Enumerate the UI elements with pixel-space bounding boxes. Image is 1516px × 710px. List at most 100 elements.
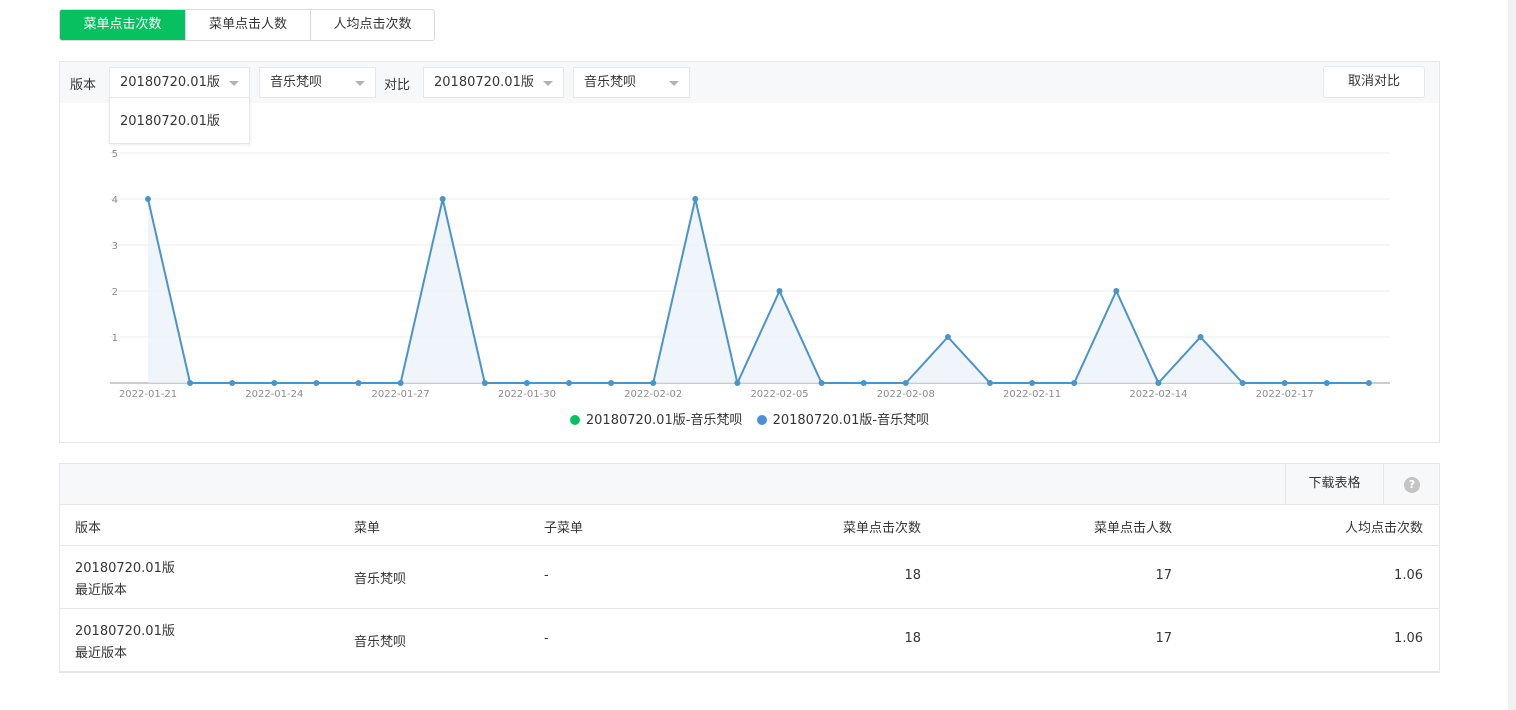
version-dropdown: 20180720.01版	[109, 97, 250, 144]
y-tick-label: 1	[112, 333, 118, 344]
help-cell: ?	[1383, 464, 1440, 504]
cell-menu: 音乐梵呗	[354, 572, 407, 587]
x-tick-label: 2022-02-02	[624, 389, 682, 400]
legend-dot-blue	[756, 415, 767, 425]
data-point	[439, 196, 446, 202]
menu-select[interactable]: 音乐梵呗	[259, 67, 376, 98]
version-label: 版本	[70, 78, 97, 93]
page-scrollbar[interactable]	[1508, 0, 1516, 710]
cell-submenu: -	[544, 631, 549, 646]
data-point	[608, 380, 615, 386]
legend-item[interactable]: 20180720.01版-音乐梵呗	[569, 409, 743, 428]
cell-menu: 音乐梵呗	[354, 635, 407, 650]
x-tick-label: 2022-02-14	[1129, 389, 1187, 400]
col-avg: 人均点击次数	[1344, 521, 1423, 536]
col-submenu: 子菜单	[544, 521, 584, 536]
data-table-panel: 下载表格 ? 版本 菜单 子菜单 菜单点击次数 菜单点击人数 人均点击次数 20…	[59, 463, 1440, 673]
help-icon[interactable]: ?	[1404, 477, 1420, 493]
data-point	[734, 380, 741, 386]
chevron-down-icon	[355, 81, 365, 86]
tab-menu-clicks[interactable]: 菜单点击次数	[60, 10, 185, 40]
cell-version-note: 最近版本	[75, 646, 128, 661]
tab-menu-users[interactable]: 菜单点击人数	[185, 10, 310, 40]
download-table-button[interactable]: 下载表格	[1285, 464, 1383, 504]
data-point	[944, 334, 951, 340]
dropdown-option[interactable]: 20180720.01版	[120, 110, 220, 129]
cell-version: 20180720.01版	[75, 624, 175, 639]
data-point	[860, 380, 867, 386]
x-tick-label: 2022-02-17	[1256, 389, 1314, 400]
cell-version-note: 最近版本	[75, 583, 128, 598]
col-version: 版本	[75, 521, 102, 536]
y-tick-label: 2	[112, 287, 118, 298]
metric-tabs: 菜单点击次数 菜单点击人数 人均点击次数	[59, 9, 435, 41]
legend-dot-green	[569, 415, 580, 425]
line-chart: 1 2 3 4 5 2022-01-21 2022-01-24 2022-01-27 2022-…	[110, 149, 1390, 400]
cell-submenu: -	[544, 568, 549, 583]
data-point	[692, 196, 699, 202]
cell-users: 17	[1155, 631, 1172, 646]
data-point	[566, 380, 572, 386]
data-point	[987, 380, 993, 386]
x-tick-label: 2022-01-30	[498, 389, 556, 400]
chart-legend: 20180720.01版-音乐梵呗 20180720.01版-音乐梵呗	[60, 409, 1439, 428]
table-row: 20180720.01版 最近版本 音乐梵呗 - 18 17 1.06	[60, 609, 1439, 672]
data-point	[313, 380, 320, 386]
col-menu: 菜单	[354, 521, 381, 536]
data-point	[818, 380, 825, 386]
chevron-down-icon	[543, 81, 553, 86]
data-point	[1323, 380, 1330, 386]
cancel-compare-button[interactable]: 取消对比	[1323, 66, 1425, 98]
legend-item[interactable]: 20180720.01版-音乐梵呗	[756, 409, 929, 428]
data-point	[902, 380, 909, 386]
x-tick-label: 2022-02-08	[877, 389, 935, 400]
data-point	[776, 288, 783, 294]
data-point	[1029, 380, 1036, 386]
compare-version-select[interactable]: 20180720.01版	[423, 67, 564, 98]
legend-label: 20180720.01版-音乐梵呗	[585, 413, 743, 428]
data-point	[1239, 380, 1246, 386]
data-point	[481, 380, 488, 386]
version-select[interactable]: 20180720.01版	[109, 67, 250, 98]
chevron-down-icon	[229, 81, 239, 86]
compare-menu-value: 音乐梵呗	[584, 75, 637, 90]
tab-avg-clicks[interactable]: 人均点击次数	[310, 10, 434, 40]
chevron-down-icon	[669, 81, 679, 86]
data-point	[1281, 380, 1288, 386]
data-point	[1113, 288, 1120, 294]
data-point	[1071, 380, 1078, 386]
chart-panel: 版本 20180720.01版 音乐梵呗 对比 20180720.01版 音乐梵…	[59, 61, 1440, 443]
data-point	[523, 380, 530, 386]
y-tick-label: 5	[112, 149, 118, 160]
table-header: 版本 菜单 子菜单 菜单点击次数 菜单点击人数 人均点击次数	[60, 505, 1439, 546]
data-point	[229, 380, 236, 386]
data-point	[145, 196, 151, 202]
filter-bar: 版本 20180720.01版 音乐梵呗 对比 20180720.01版 音乐梵…	[60, 62, 1439, 103]
cell-users: 17	[1155, 568, 1172, 583]
col-users: 菜单点击人数	[1093, 521, 1172, 536]
compare-menu-select[interactable]: 音乐梵呗	[573, 67, 690, 98]
data-point	[1155, 380, 1162, 386]
data-point	[1197, 334, 1204, 340]
data-point	[355, 380, 362, 386]
data-point	[187, 380, 194, 386]
version-select-value: 20180720.01版	[120, 75, 220, 90]
menu-select-value: 音乐梵呗	[270, 75, 323, 90]
x-tick-label: 2022-01-21	[119, 389, 177, 400]
x-tick-label: 2022-02-11	[1003, 389, 1061, 400]
data-point	[271, 380, 278, 386]
data-point	[397, 380, 404, 386]
data-point	[650, 380, 657, 386]
x-tick-label: 2022-02-05	[750, 389, 808, 400]
data-point	[1365, 380, 1372, 386]
x-tick-label: 2022-01-27	[372, 389, 430, 400]
y-tick-label: 4	[112, 195, 118, 206]
compare-version-value: 20180720.01版	[434, 75, 534, 90]
x-tick-label: 2022-01-24	[245, 389, 303, 400]
cell-clicks: 18	[904, 568, 921, 583]
cell-clicks: 18	[904, 631, 921, 646]
col-clicks: 菜单点击次数	[842, 521, 921, 536]
y-tick-label: 3	[112, 241, 118, 252]
table-toolbar: 下载表格 ?	[60, 464, 1439, 505]
compare-label: 对比	[384, 78, 411, 93]
